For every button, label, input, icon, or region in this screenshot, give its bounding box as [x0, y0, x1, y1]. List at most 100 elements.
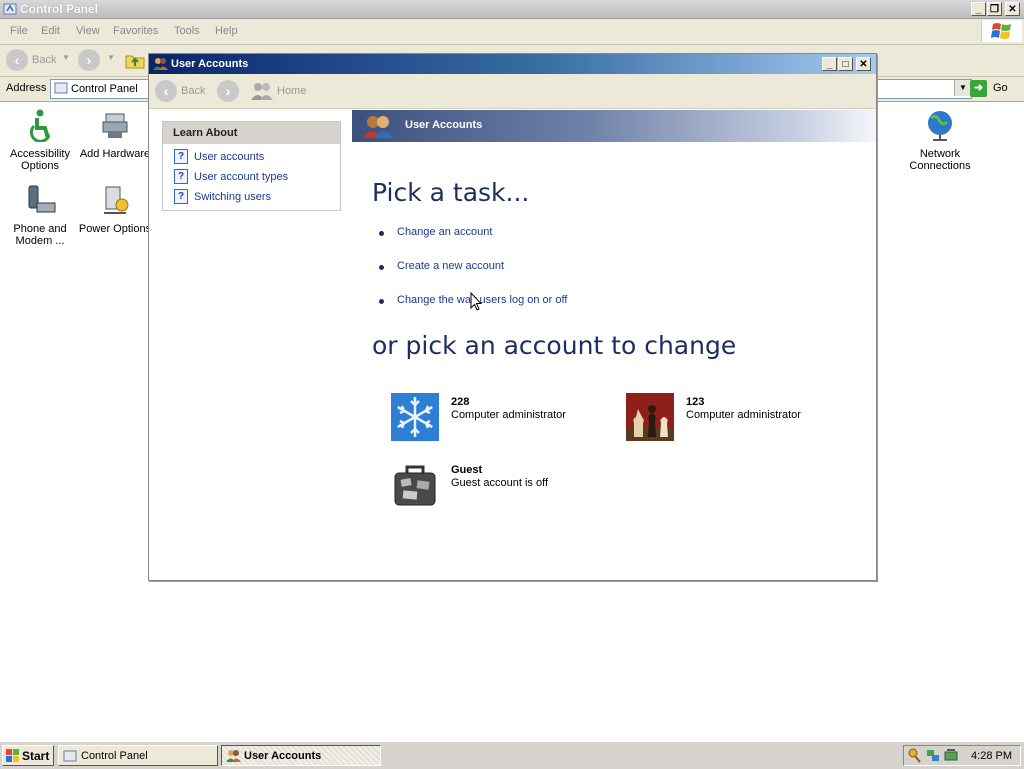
account-name: 123	[686, 396, 705, 408]
address-label: Address	[6, 82, 47, 94]
power-options-icon	[104, 186, 129, 214]
menu-tools[interactable]: Tools	[174, 25, 200, 37]
pick-account-heading: or pick an account to change	[372, 331, 737, 360]
cp-icon-phone-modem[interactable]: Phone and Modem ...	[0, 183, 80, 247]
taskbar-button-user-accounts[interactable]: User Accounts	[221, 745, 381, 766]
account-type: Computer administrator	[686, 409, 801, 421]
pick-task-heading: Pick a task...	[372, 178, 530, 207]
taskbar: Start Control Panel User Accounts 4:28 P…	[0, 741, 1024, 769]
taskbar-button-control-panel[interactable]: Control Panel	[58, 745, 218, 766]
minimize-button[interactable]: _	[971, 2, 986, 16]
cp-icon-label: Accessibility Options	[10, 148, 70, 172]
cp-icon-label: Network Connections	[909, 148, 971, 172]
ua-forward-arrow-icon[interactable]: ›	[217, 80, 239, 102]
ua-minimize-button[interactable]: _	[822, 57, 837, 71]
learn-about-header: Learn About	[163, 122, 340, 144]
learn-item-user-accounts[interactable]: ? User accounts	[174, 149, 264, 165]
restore-button[interactable]: ❐	[987, 2, 1002, 16]
ua-maximize-button[interactable]: □	[838, 57, 853, 71]
user-accounts-toolbar: ‹ Back › Home	[149, 74, 876, 109]
chess-icon	[626, 393, 674, 441]
control-panel-title: Control Panel	[20, 2, 99, 16]
menu-edit[interactable]: Edit	[41, 25, 60, 37]
briefcase-icon	[394, 465, 436, 506]
left-pane: Learn About ? User accounts ? User account…	[149, 109, 351, 580]
menu-view[interactable]: View	[76, 25, 100, 37]
go-label: Go	[993, 82, 1008, 94]
system-tray: 4:28 PM	[903, 745, 1021, 766]
help-icon: ?	[174, 189, 188, 204]
cp-icon-label: Power Options	[78, 223, 152, 235]
learn-about-box: Learn About ? User accounts ? User account…	[162, 121, 341, 211]
users-icon	[226, 750, 241, 762]
learn-link[interactable]: Switching users	[194, 191, 271, 203]
user-accounts-title: User Accounts	[171, 58, 249, 70]
learn-link[interactable]: User accounts	[194, 151, 264, 163]
users-icon	[153, 58, 168, 70]
user-accounts-header-title: User Accounts	[405, 119, 483, 131]
start-label: Start	[22, 749, 50, 763]
back-arrow-icon[interactable]: ‹	[6, 49, 28, 71]
account-228[interactable]: 228 Computer administrator	[391, 393, 611, 443]
menu-help[interactable]: Help	[215, 25, 238, 37]
menu-favorites[interactable]: Favorites	[113, 25, 158, 37]
menu-file[interactable]: File	[10, 25, 28, 37]
task-link[interactable]: Change the way users log on or off	[397, 294, 567, 306]
start-button[interactable]: Start	[2, 745, 54, 766]
network-connections-icon	[928, 111, 952, 141]
address-dropdown-icon[interactable]: ▼	[954, 80, 971, 96]
tray-network-icon[interactable]	[926, 748, 940, 763]
tray-hardware-icon[interactable]	[944, 748, 958, 763]
phone-modem-icon	[28, 185, 56, 213]
task-link[interactable]: Change an account	[397, 226, 492, 238]
address-value: Control Panel	[71, 83, 138, 95]
control-panel-titlebar[interactable]: Control Panel _ ❐ ✕	[0, 0, 1024, 19]
ua-home-users-icon[interactable]	[250, 81, 274, 101]
clock[interactable]: 4:28 PM	[971, 750, 1012, 762]
learn-about-heading: Learn About	[173, 127, 238, 139]
help-icon: ?	[174, 149, 188, 164]
user-accounts-header: User Accounts	[352, 110, 876, 142]
windows-flag-icon	[981, 20, 1022, 42]
ua-close-button[interactable]: ✕	[856, 57, 871, 71]
taskbar-button-label: User Accounts	[244, 750, 322, 762]
cp-icon-power-options[interactable]: Power Options	[75, 183, 155, 235]
user-accounts-window: User Accounts _ □ ✕ ‹ Back › Home Learn …	[148, 53, 877, 581]
forward-arrow-icon[interactable]: ›	[78, 49, 100, 71]
learn-link[interactable]: User account types	[194, 171, 288, 183]
task-link[interactable]: Create a new account	[397, 260, 504, 272]
forward-dropdown-icon[interactable]: ▼	[107, 53, 115, 62]
snowflake-icon	[391, 393, 439, 441]
control-panel-menubar: File Edit View Favorites Tools Help	[0, 19, 1024, 45]
close-button[interactable]: ✕	[1005, 2, 1020, 16]
user-accounts-header-icon	[363, 116, 393, 138]
cp-icon-add-hardware[interactable]: Add Hardware	[75, 108, 155, 160]
back-dropdown-icon[interactable]: ▼	[62, 53, 70, 62]
accessibility-icon	[29, 109, 51, 143]
learn-item-account-types[interactable]: ? User account types	[174, 169, 288, 185]
account-guest[interactable]: Guest Guest account is off	[391, 461, 611, 511]
ua-back-label[interactable]: Back	[181, 85, 205, 97]
mouse-cursor-icon	[470, 292, 482, 311]
ua-home-label[interactable]: Home	[277, 85, 306, 97]
up-folder-icon[interactable]	[124, 50, 146, 70]
user-accounts-titlebar[interactable]: User Accounts _ □ ✕	[149, 54, 876, 74]
windows-logo-icon	[6, 749, 19, 762]
cp-icon-network-connections[interactable]: Network Connections	[900, 108, 980, 172]
control-panel-icon	[3, 3, 17, 15]
control-panel-small-icon	[54, 82, 68, 94]
account-123[interactable]: 123 Computer administrator	[626, 393, 846, 443]
taskbar-button-label: Control Panel	[81, 750, 148, 762]
account-type: Guest account is off	[451, 477, 549, 489]
tray-keys-icon[interactable]	[908, 748, 922, 763]
help-icon: ?	[174, 169, 188, 184]
back-label[interactable]: Back	[32, 54, 56, 66]
cp-icon-label: Add Hardware	[79, 148, 151, 160]
learn-item-switching-users[interactable]: ? Switching users	[174, 189, 271, 205]
cp-icon-accessibility[interactable]: Accessibility Options	[0, 108, 80, 172]
cp-icon-label: Phone and Modem ...	[13, 223, 67, 247]
bullet-icon	[379, 265, 384, 270]
ua-back-arrow-icon[interactable]: ‹	[155, 80, 177, 102]
go-arrow-icon: ➜	[970, 80, 987, 97]
bullet-icon	[379, 231, 384, 236]
